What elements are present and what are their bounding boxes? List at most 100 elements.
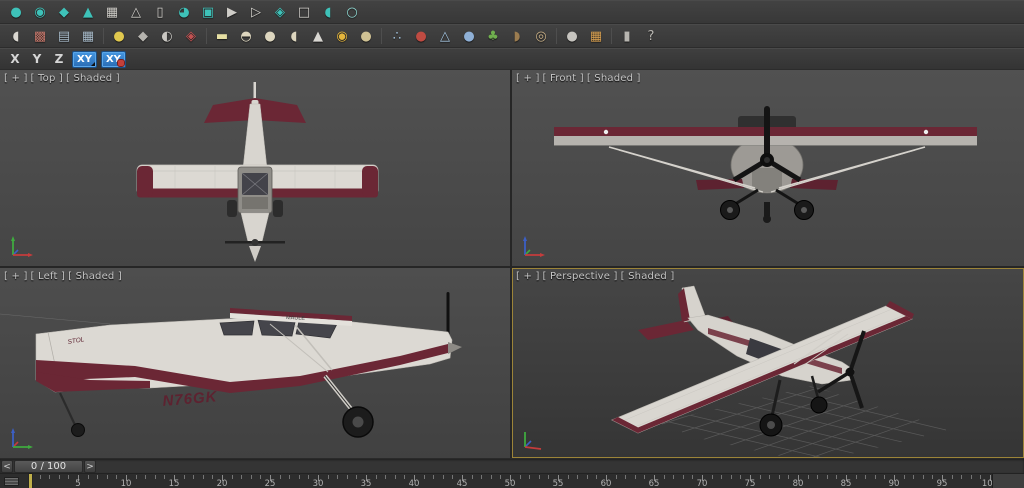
- shell-icon[interactable]: ◎: [530, 26, 552, 46]
- sphere-icon[interactable]: ●: [259, 26, 281, 46]
- viewport-shading-button[interactable]: [ Shaded ]: [587, 73, 641, 84]
- material-palette-icon[interactable]: ▦: [585, 26, 607, 46]
- time-slider-handle[interactable]: 0 / 100: [14, 460, 83, 473]
- camera-icon[interactable]: ◆: [53, 2, 75, 22]
- teapot-small-icon[interactable]: ◖: [283, 26, 305, 46]
- fur-icon[interactable]: ◗: [506, 26, 528, 46]
- perspective-view-scene: [512, 268, 1024, 458]
- frame-tick: [712, 475, 713, 479]
- grass-icon[interactable]: ♣: [482, 26, 504, 46]
- axis-constraint-x[interactable]: X: [6, 51, 24, 68]
- lock-icon: [118, 60, 124, 66]
- current-frame-marker[interactable]: [29, 474, 32, 488]
- viewport-top[interactable]: [ + ] [ Top ] [ Shaded ]: [0, 70, 510, 266]
- frame-ruler[interactable]: 5101520253035404550556065707580859095100: [0, 474, 1024, 488]
- help-icon[interactable]: ?: [640, 26, 662, 46]
- dome-icon: ◓: [240, 30, 251, 43]
- render-camera-icon[interactable]: ◈: [269, 2, 291, 22]
- airplane-model[interactable]: [554, 106, 977, 223]
- region-select-icon[interactable]: □: [293, 2, 315, 22]
- viewport-shading-button[interactable]: [ Shaded ]: [68, 271, 122, 282]
- particles-icon[interactable]: ∴: [386, 26, 408, 46]
- next-frame-button[interactable]: >: [84, 460, 96, 473]
- sphere-tan-icon[interactable]: ●: [355, 26, 377, 46]
- viewport-left[interactable]: [ + ] [ Left ] [ Shaded ]: [0, 268, 510, 458]
- photometric-light-icon[interactable]: ●: [5, 2, 27, 22]
- matte-sphere-icon[interactable]: ●: [561, 26, 583, 46]
- cloud-sphere-icon[interactable]: ●: [458, 26, 480, 46]
- frame-tick: [587, 475, 588, 479]
- frame-label: 90: [889, 479, 900, 488]
- teapot-icon[interactable]: ◖: [317, 2, 339, 22]
- viewport-shading-button[interactable]: [ Shaded ]: [621, 271, 675, 282]
- airplane-model[interactable]: [612, 286, 914, 436]
- rotate-gizmo-icon[interactable]: ◕: [173, 2, 195, 22]
- viewport-view-button[interactable]: [ Perspective ]: [543, 271, 618, 282]
- frame-tick: [865, 475, 866, 479]
- ground-plane-icon[interactable]: ▬: [211, 26, 233, 46]
- camera-track-icon[interactable]: ◆: [132, 26, 154, 46]
- viewport-view-button[interactable]: [ Top ]: [31, 73, 63, 84]
- doorway-icon[interactable]: ▯: [149, 2, 171, 22]
- viewport-view-button[interactable]: [ Left ]: [31, 271, 66, 282]
- viewport-view-button[interactable]: [ Front ]: [543, 73, 584, 84]
- axis-constraint-y[interactable]: Y: [28, 51, 46, 68]
- material-palette-icon: ▦: [590, 30, 602, 43]
- light-bulb-outline-icon[interactable]: ○: [341, 2, 363, 22]
- track-bar[interactable]: 5101520253035404550556065707580859095100: [0, 473, 1024, 488]
- cone-icon[interactable]: ▲: [307, 26, 329, 46]
- help-icon: ?: [648, 30, 655, 43]
- omni-light-icon[interactable]: ◉: [29, 2, 51, 22]
- play-clip-icon[interactable]: ▶: [221, 2, 243, 22]
- viewport-shading-button[interactable]: [ Shaded ]: [66, 73, 120, 84]
- video-frame-icon[interactable]: ▷: [245, 2, 267, 22]
- video-camera-red-icon[interactable]: ◈: [180, 26, 202, 46]
- frame-tick: [529, 475, 530, 479]
- foliage-icon[interactable]: ▲: [77, 2, 99, 22]
- molecule-icon[interactable]: ●: [410, 26, 432, 46]
- moon-icon[interactable]: ◐: [156, 26, 178, 46]
- sun-icon[interactable]: ◉: [331, 26, 353, 46]
- frame-tick: [193, 475, 194, 479]
- viewport-perspective-label: [ + ] [ Perspective ] [ Shaded ]: [516, 271, 674, 282]
- axis-constraint-xy-plane[interactable]: XY: [72, 51, 97, 68]
- viewport-front[interactable]: [ + ] [ Front ] [ Shaded ]: [512, 70, 1024, 266]
- viewport-menu-button[interactable]: [ + ]: [4, 73, 28, 84]
- mini-curve-editor-button[interactable]: [4, 477, 19, 486]
- render-setup-icon[interactable]: ▤: [53, 26, 75, 46]
- frame-tick: [280, 475, 281, 479]
- render-table-icon[interactable]: ▦: [77, 26, 99, 46]
- time-slider-track[interactable]: [0, 459, 1024, 473]
- frame-tick: [472, 475, 473, 479]
- airplane-model[interactable]: N76GK STOL MAULE: [0, 292, 462, 437]
- rendered-frame-icon[interactable]: ▩: [29, 26, 51, 46]
- axis-tripod-icon: [520, 234, 546, 260]
- bones-icon[interactable]: △: [434, 26, 456, 46]
- door-panel-icon[interactable]: ▮: [616, 26, 638, 46]
- frame-tick: [971, 475, 972, 479]
- frame-tick: [116, 475, 117, 479]
- viewport-perspective[interactable]: [ + ] [ Perspective ] [ Shaded ]: [512, 268, 1024, 458]
- render-teapot-icon[interactable]: ◖: [5, 26, 27, 46]
- frame-tick: [673, 475, 674, 479]
- dome-icon[interactable]: ◓: [235, 26, 257, 46]
- airplane-model[interactable]: [137, 82, 378, 262]
- panel-grid-icon[interactable]: ▦: [101, 2, 123, 22]
- viewport-menu-button[interactable]: [ + ]: [4, 271, 28, 282]
- frame-tick: [520, 475, 521, 479]
- axis-constraint-xy-snap-lock[interactable]: XY: [101, 51, 126, 68]
- light-cone-icon[interactable]: △: [125, 2, 147, 22]
- particles-icon: ∴: [393, 30, 401, 43]
- frame-label: 5: [75, 479, 80, 488]
- frame-label: 50: [505, 479, 516, 488]
- viewport-menu-button[interactable]: [ + ]: [516, 271, 540, 282]
- layers-icon[interactable]: ▣: [197, 2, 219, 22]
- keylight-icon[interactable]: ●: [108, 26, 130, 46]
- frame-tick: [424, 475, 425, 479]
- axis-tripod-icon: [8, 426, 34, 452]
- viewport-menu-button[interactable]: [ + ]: [516, 73, 540, 84]
- frame-tick: [184, 475, 185, 479]
- axis-constraint-z[interactable]: Z: [50, 51, 68, 68]
- frame-tick: [740, 475, 741, 479]
- previous-frame-button[interactable]: <: [1, 460, 13, 473]
